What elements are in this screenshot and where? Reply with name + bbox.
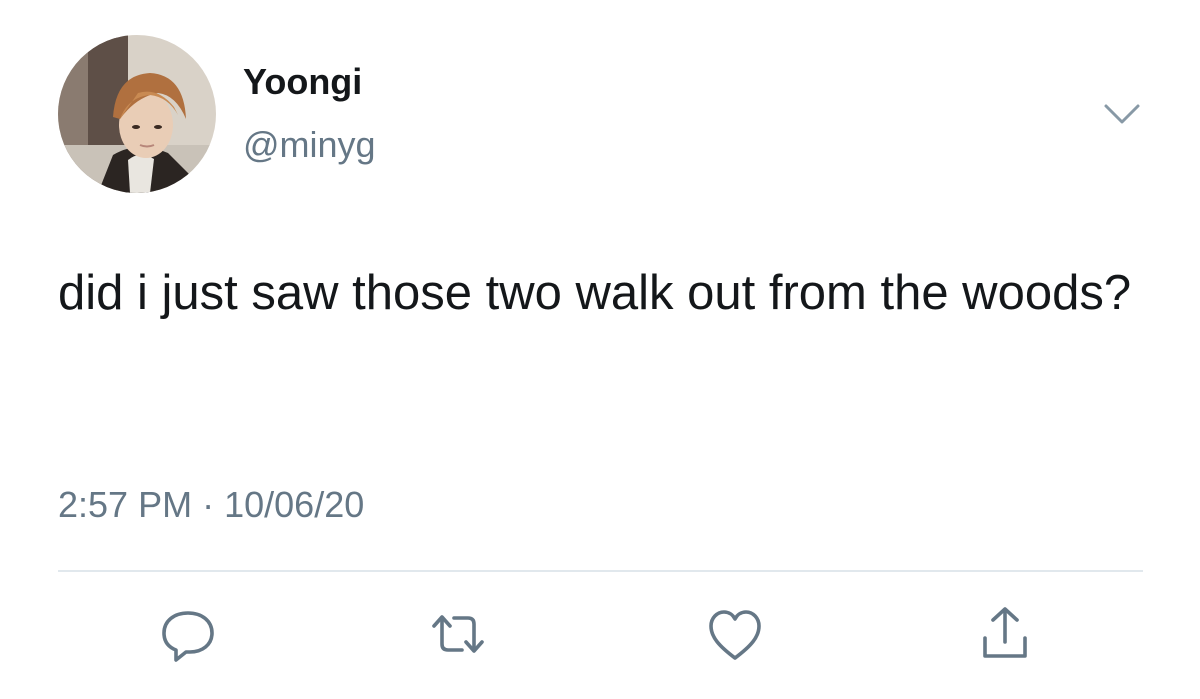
timestamp-separator: · bbox=[202, 484, 215, 525]
retweet-button[interactable] bbox=[428, 604, 488, 664]
reply-button[interactable] bbox=[158, 604, 218, 664]
tweet-time: 2:57 PM bbox=[58, 484, 193, 525]
tweet-card: Yoongi @minyg did i just saw those two w… bbox=[0, 0, 1200, 699]
tweet-text: did i just saw those two walk out from t… bbox=[58, 266, 1132, 320]
like-button[interactable] bbox=[705, 604, 765, 664]
tweet-timestamp[interactable]: 2:57 PM · 10/06/20 bbox=[58, 487, 364, 523]
divider bbox=[58, 570, 1143, 572]
avatar[interactable] bbox=[58, 35, 216, 193]
heart-icon bbox=[709, 610, 761, 660]
user-handle[interactable]: @minyg bbox=[243, 127, 376, 163]
retweet-icon bbox=[432, 615, 484, 653]
share-button[interactable] bbox=[975, 604, 1035, 664]
avatar-image bbox=[58, 35, 216, 193]
display-name[interactable]: Yoongi bbox=[243, 64, 362, 100]
chevron-down-icon[interactable] bbox=[1100, 98, 1144, 130]
share-icon bbox=[983, 607, 1027, 658]
reply-icon bbox=[162, 611, 214, 662]
tweet-date: 10/06/20 bbox=[224, 484, 365, 525]
